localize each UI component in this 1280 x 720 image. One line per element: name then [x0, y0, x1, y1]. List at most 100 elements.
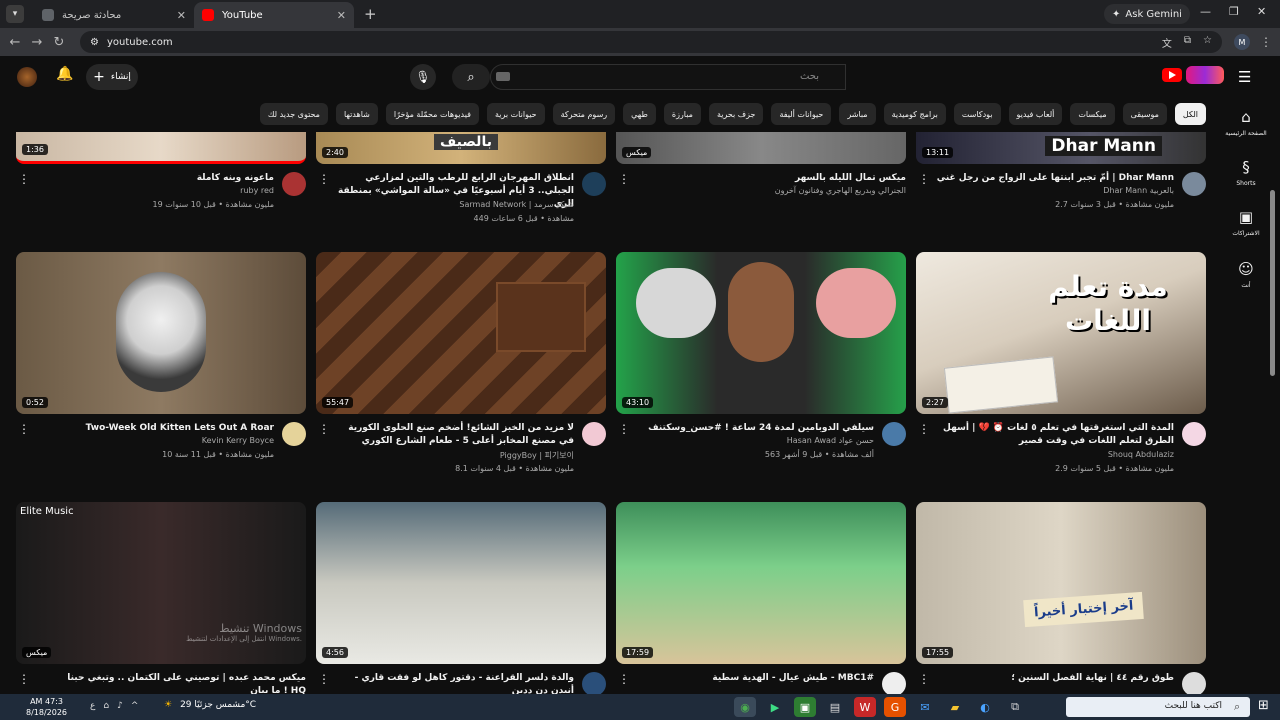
sidebar-item-home[interactable]: ⌂ الصفحة الرئيسية — [1222, 108, 1270, 137]
file-explorer-icon[interactable]: ▰ — [944, 697, 966, 717]
close-tab-icon[interactable]: ✕ — [337, 9, 346, 22]
more-options-icon[interactable]: ⋮ — [618, 672, 630, 686]
channel-avatar[interactable] — [282, 422, 306, 446]
video-thumbnail[interactable]: مدة تعلم اللغات 2:27 — [916, 252, 1206, 414]
chip-all[interactable]: الكل — [1174, 103, 1206, 125]
video-title[interactable]: المدة التي استغرقتها في تعلم ٥ لغات ⏰ 💔 … — [934, 422, 1174, 448]
video-thumbnail[interactable]: 1:36 — [16, 132, 306, 164]
video-thumbnail[interactable]: 55:47 — [316, 252, 606, 414]
chip-marine[interactable]: جزف بحرية — [708, 103, 764, 125]
tray-chevron-icon[interactable]: ^ — [131, 701, 139, 711]
install-app-icon[interactable]: ⧉ — [1184, 35, 1191, 50]
video-card[interactable]: ميكس ميكس تمال الليله بالسهر الجنرالي وب… — [616, 132, 906, 232]
chip-comedy[interactable]: برامج كوميدية — [883, 103, 946, 125]
more-options-icon[interactable]: ⋮ — [318, 172, 330, 186]
ask-gemini-button[interactable]: ✦ Ask Gemini — [1104, 4, 1190, 24]
video-thumbnail[interactable]: ميكس — [616, 132, 906, 164]
new-tab-icon[interactable]: + — [364, 5, 377, 23]
video-card[interactable]: Dhar Mann 13:11 أمّ تجبر ابنتها على الزو… — [916, 132, 1206, 232]
chip-wild-animals[interactable]: حيوانات برية — [486, 103, 545, 125]
weather-widget[interactable]: ☀ مشمس جزئيًا 29°C — [164, 700, 256, 710]
more-options-icon[interactable]: ⋮ — [918, 672, 930, 686]
more-options-icon[interactable]: ⋮ — [318, 672, 330, 686]
minimize-icon[interactable]: — — [1200, 5, 1211, 18]
video-title[interactable]: ماعونه وبنه كاملة — [34, 172, 274, 185]
language-indicator[interactable]: ع — [90, 701, 95, 711]
video-thumbnail[interactable]: 43:10 — [616, 252, 906, 414]
channel-name[interactable]: الجنرالي وبدريع الهاجري وفنانون آخرون — [666, 186, 906, 195]
translate-icon[interactable]: 文 — [1162, 35, 1172, 50]
video-card[interactable]: آخر إختبار أخيراً 17:55 طوق رقم ٤٤ | نها… — [916, 502, 1206, 720]
chip-live[interactable]: مباشر — [839, 103, 876, 125]
video-thumbnail[interactable]: 0:52 — [16, 252, 306, 414]
channel-avatar[interactable] — [582, 172, 606, 196]
address-bar[interactable]: ⚙ youtube.com 文 ⧉ ☆ — [80, 31, 1222, 53]
channel-avatar[interactable] — [1182, 672, 1206, 696]
video-card[interactable]: مدة تعلم اللغات 2:27 المدة التي استغرقته… — [916, 252, 1206, 482]
edge-icon[interactable]: ◐ — [974, 697, 996, 717]
video-title[interactable]: طوق رقم ٤٤ | نهاية الفصل السنين ؛ — [934, 672, 1174, 685]
notifications-bell-icon[interactable]: 🔔 — [56, 66, 73, 82]
sidebar-item-you[interactable]: ☺ أنت — [1222, 260, 1270, 289]
back-icon[interactable]: ← — [4, 35, 26, 50]
more-options-icon[interactable]: ⋮ — [618, 172, 630, 186]
volume-icon[interactable]: ♪ — [117, 701, 123, 711]
chip-music[interactable]: موسيقى — [1122, 103, 1167, 125]
more-options-icon[interactable]: ⋮ — [918, 422, 930, 436]
search-button[interactable]: ⌕ — [452, 64, 490, 90]
chip-new-to-you[interactable]: محتوى جديد لك — [259, 103, 328, 125]
video-thumbnail[interactable]: Elite Music تنشيط Windows انتقل إلى الإع… — [16, 502, 306, 664]
more-options-icon[interactable]: ⋮ — [618, 422, 630, 436]
video-title[interactable]: طيش عيال - الهدية سطية - MBC1# — [634, 672, 874, 685]
video-thumbnail[interactable]: Dhar Mann 13:11 — [916, 132, 1206, 164]
channel-avatar[interactable] — [882, 672, 906, 696]
android-studio-icon[interactable]: ▶ — [764, 697, 786, 717]
tab-search-button[interactable]: ▾ — [6, 5, 24, 23]
more-options-icon[interactable]: ⋮ — [18, 422, 30, 436]
menu-hamburger-icon[interactable]: ☰ — [1238, 68, 1251, 86]
channel-avatar[interactable] — [582, 672, 606, 696]
app-red-icon[interactable]: W — [854, 697, 876, 717]
video-card[interactable]: 55:47 لا مزيد من الخبز الشائع! أضخم صنع … — [316, 252, 606, 482]
video-card[interactable]: 1:36 ماعونه وبنه كاملة ruby red 19 مليون… — [16, 132, 306, 232]
site-info-icon[interactable]: ⚙ — [90, 37, 99, 48]
channel-avatar[interactable] — [882, 422, 906, 446]
browser-menu-icon[interactable]: ⋮ — [1260, 35, 1272, 49]
channel-name[interactable]: Sarmad Network | شبكة سرمد — [334, 200, 574, 209]
restore-icon[interactable]: ❐ — [1229, 5, 1239, 18]
search-input[interactable]: بحث — [490, 64, 846, 90]
close-tab-icon[interactable]: ✕ — [177, 9, 186, 22]
taskbar-search-input[interactable]: اكتب هنا للبحث — [1066, 697, 1250, 717]
chrome-taskbar-icon[interactable]: ◉ — [734, 697, 756, 717]
channel-name[interactable]: Dhar Mann بالعربية — [934, 186, 1174, 195]
channel-name[interactable]: PiggyBoy | 피기보이 — [334, 450, 574, 461]
channel-avatar[interactable] — [282, 172, 306, 196]
mail-icon[interactable]: ✉ — [914, 697, 936, 717]
video-title[interactable]: لا مزيد من الخبز الشائع! أضخم صنع الحلوى… — [334, 422, 574, 448]
channel-name[interactable]: ruby red — [34, 186, 274, 195]
video-title[interactable]: ميكس تمال الليله بالسهر — [666, 172, 906, 185]
windows-start-icon[interactable]: ⊞ — [1258, 698, 1269, 713]
more-options-icon[interactable]: ⋮ — [318, 422, 330, 436]
channel-name[interactable]: Shouq Abdulaziz — [934, 450, 1174, 459]
video-thumbnail[interactable]: بالصيف 2:40 — [316, 132, 606, 164]
taskbar-clock[interactable]: AM 47:3 8/18/2026 — [26, 696, 67, 718]
video-card[interactable]: 17:59 طيش عيال - الهدية سطية - MBC1# ⋮ — [616, 502, 906, 720]
chip-recently-uploaded[interactable]: فيديوهات محمّلة مؤخرًا — [385, 103, 479, 125]
tab-conversation[interactable]: محادثة صريحة ✕ — [34, 2, 194, 28]
keyboard-icon[interactable] — [496, 72, 510, 81]
chip-video-games[interactable]: ألعاب فيديو — [1008, 103, 1063, 125]
profile-avatar[interactable]: M — [1234, 34, 1250, 50]
video-title[interactable]: أمّ تجبر ابنتها على الزواج من رجل غني | … — [934, 172, 1174, 185]
bookmark-star-icon[interactable]: ☆ — [1203, 35, 1212, 50]
video-card[interactable]: 4:56 والدة دلسر القراعنة - دقتور كاهل لو… — [316, 502, 606, 720]
app-orange-icon[interactable]: G — [884, 697, 906, 717]
channel-avatar[interactable] — [1182, 172, 1206, 196]
reload-icon[interactable]: ↻ — [48, 35, 70, 50]
sidebar-item-subscriptions[interactable]: ▣ الاشتراكات — [1222, 208, 1270, 237]
video-title[interactable]: سيلفي الدوبامين لمدة 24 ساعة ! #حسن_وسكت… — [634, 422, 874, 435]
chip-cooking[interactable]: طهي — [623, 103, 656, 125]
video-card[interactable]: 43:10 سيلفي الدوبامين لمدة 24 ساعة ! #حس… — [616, 252, 906, 482]
channel-name[interactable]: Hasan Awad حسن عواد — [634, 436, 874, 445]
video-card[interactable]: 0:52 Two-Week Old Kitten Lets Out A Roar… — [16, 252, 306, 482]
